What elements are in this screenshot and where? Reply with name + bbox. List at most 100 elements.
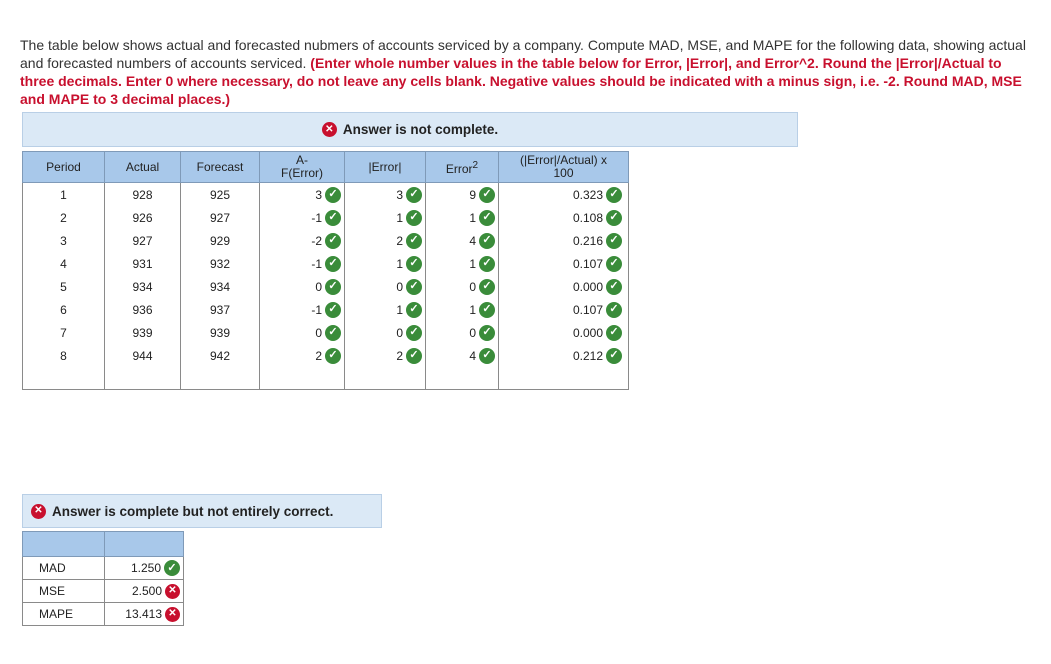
cell-error[interactable]: -1 ✓ — [259, 206, 345, 229]
header-actual: Actual — [104, 151, 181, 183]
correct-check-icon: ✓ — [479, 232, 495, 249]
correct-check-icon: ✓ — [406, 186, 422, 203]
cell-error-squared[interactable]: 4 ✓ — [425, 344, 499, 367]
cell-error[interactable]: -2 ✓ — [259, 229, 345, 252]
banner-top-text: Answer is not complete. — [342, 122, 499, 137]
cell-actual: 927 — [104, 229, 181, 252]
error-squared-value: 4 — [469, 233, 476, 248]
cell-error-squared[interactable]: 1 ✓ — [425, 298, 499, 321]
cell-error-squared[interactable]: 0 ✓ — [425, 321, 499, 344]
correct-check-icon: ✓ — [606, 255, 622, 272]
cell-pct-error[interactable]: 0.108 ✓ — [498, 206, 629, 229]
error-table: Period Actual Forecast A- F(Error) |Error… — [22, 151, 629, 390]
cell-abs-error[interactable]: 2 ✓ — [344, 344, 426, 367]
correct-check-icon: ✓ — [479, 278, 495, 295]
table-row: 1 928 925 3 ✓ 3 ✓ 9 ✓ 0.323 ✓ — [22, 182, 629, 206]
cell-error[interactable]: 0 ✓ — [259, 275, 345, 298]
cell-error[interactable]: 2 ✓ — [259, 344, 345, 367]
cell-error-squared[interactable]: 1 ✓ — [425, 206, 499, 229]
correct-check-icon: ✓ — [325, 324, 341, 341]
cell-abs-error[interactable]: 1 ✓ — [344, 252, 426, 275]
cell-abs-error[interactable]: 1 ✓ — [344, 298, 426, 321]
cell-pct-error[interactable]: 0.000 ✓ — [498, 275, 629, 298]
correct-check-icon: ✓ — [406, 232, 422, 249]
summary-body: MAD 1.250 ✓ MSE 2.500 ✕ MAPE 13.413 ✕ — [22, 556, 184, 626]
cell-pct-error[interactable]: 0.216 ✓ — [498, 229, 629, 252]
header-pct-line2: 100 — [553, 166, 574, 180]
cell-pct-error[interactable]: 0.107 ✓ — [498, 252, 629, 275]
abs-error-value: 0 — [396, 325, 403, 340]
blank-cell — [259, 367, 345, 390]
cell-period: 3 — [22, 229, 105, 252]
cell-actual: 939 — [104, 321, 181, 344]
blank-cell — [104, 367, 181, 390]
error-squared-value: 0 — [469, 279, 476, 294]
correct-check-icon: ✓ — [164, 560, 180, 576]
blank-cell — [344, 367, 426, 390]
cell-forecast: 939 — [180, 321, 260, 344]
cell-forecast: 934 — [180, 275, 260, 298]
cell-pct-error[interactable]: 0.212 ✓ — [498, 344, 629, 367]
cell-error[interactable]: 3 ✓ — [259, 182, 345, 206]
cell-pct-error[interactable]: 0.323 ✓ — [498, 182, 629, 206]
cell-error[interactable]: 0 ✓ — [259, 321, 345, 344]
table-row: 8 944 942 2 ✓ 2 ✓ 4 ✓ 0.212 ✓ — [22, 344, 629, 367]
error-value: -2 — [311, 233, 322, 248]
cell-abs-error[interactable]: 0 ✓ — [344, 321, 426, 344]
pct-error-value: 0.212 — [572, 348, 603, 363]
cell-period: 1 — [22, 182, 105, 206]
error-squared-value: 1 — [469, 256, 476, 271]
cell-abs-error[interactable]: 2 ✓ — [344, 229, 426, 252]
correct-check-icon: ✓ — [325, 186, 341, 203]
abs-error-value: 1 — [396, 256, 403, 271]
table-body: 1 928 925 3 ✓ 3 ✓ 9 ✓ 0.323 ✓ 2 926 927 -1 ✓ … — [22, 182, 629, 390]
summary-value-cell[interactable]: 1.250 ✓ — [104, 556, 184, 580]
cell-error-squared[interactable]: 1 ✓ — [425, 252, 499, 275]
correct-check-icon: ✓ — [606, 347, 622, 364]
cell-error-squared[interactable]: 0 ✓ — [425, 275, 499, 298]
correct-check-icon: ✓ — [606, 232, 622, 249]
header-error: A- F(Error) — [259, 151, 345, 183]
summary-row: MAPE 13.413 ✕ — [22, 602, 184, 626]
cell-pct-error[interactable]: 0.000 ✓ — [498, 321, 629, 344]
table-row-blank — [22, 367, 629, 390]
pct-error-value: 0.216 — [572, 233, 603, 248]
header-error-line1: A- — [296, 153, 308, 167]
cell-period: 4 — [22, 252, 105, 275]
correct-check-icon: ✓ — [606, 186, 622, 203]
cell-error[interactable]: -1 ✓ — [259, 252, 345, 275]
cell-actual: 928 — [104, 182, 181, 206]
summary-header-row — [22, 531, 184, 557]
cell-abs-error[interactable]: 3 ✓ — [344, 182, 426, 206]
cell-actual: 926 — [104, 206, 181, 229]
cell-period: 7 — [22, 321, 105, 344]
summary-value-cell[interactable]: 13.413 ✕ — [104, 602, 184, 626]
correct-check-icon: ✓ — [479, 347, 495, 364]
header-error-sq-text: Error — [445, 161, 473, 176]
header-forecast: Forecast — [180, 151, 260, 183]
pct-error-value: 0.107 — [572, 302, 603, 317]
correct-check-icon: ✓ — [406, 347, 422, 364]
cell-pct-error[interactable]: 0.107 ✓ — [498, 298, 629, 321]
answer-status-banner-bottom: ✕ Answer is complete but not entirely co… — [22, 494, 382, 528]
cell-abs-error[interactable]: 0 ✓ — [344, 275, 426, 298]
correct-check-icon: ✓ — [479, 186, 495, 203]
header-error-sq-sup: 2 — [472, 159, 479, 171]
table-row: 2 926 927 -1 ✓ 1 ✓ 1 ✓ 0.108 ✓ — [22, 206, 629, 229]
pct-error-value: 0.000 — [572, 279, 603, 294]
error-value: -1 — [311, 210, 322, 225]
error-squared-value: 0 — [469, 325, 476, 340]
pct-error-value: 0.000 — [572, 325, 603, 340]
cell-abs-error[interactable]: 1 ✓ — [344, 206, 426, 229]
cell-error-squared[interactable]: 4 ✓ — [425, 229, 499, 252]
cell-error-squared[interactable]: 9 ✓ — [425, 182, 499, 206]
summary-label: MSE — [22, 579, 105, 603]
summary-value-cell[interactable]: 2.500 ✕ — [104, 579, 184, 603]
correct-check-icon: ✓ — [479, 255, 495, 272]
blank-cell — [22, 367, 105, 390]
incorrect-x-icon: ✕ — [165, 583, 180, 599]
table-row: 3 927 929 -2 ✓ 2 ✓ 4 ✓ 0.216 ✓ — [22, 229, 629, 252]
header-pct-line1: (|Error|/Actual) x — [520, 153, 607, 167]
cell-forecast: 942 — [180, 344, 260, 367]
cell-error[interactable]: -1 ✓ — [259, 298, 345, 321]
